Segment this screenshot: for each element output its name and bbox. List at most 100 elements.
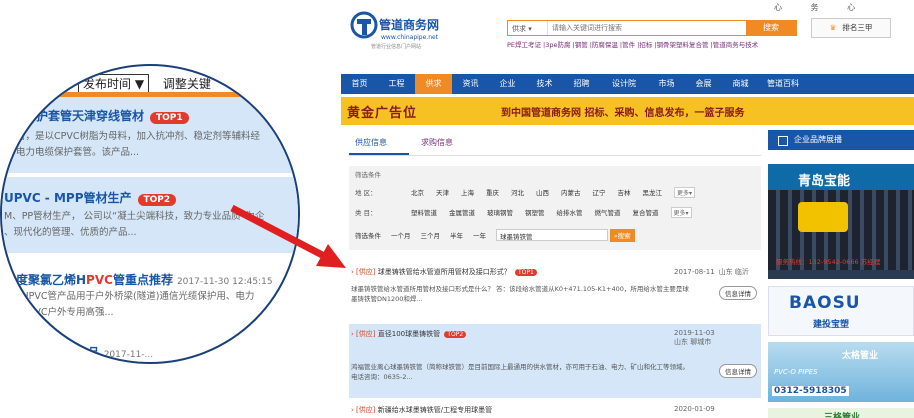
region-option[interactable]: 上海 [461, 187, 474, 197]
nav-item[interactable]: 管道百科 [759, 74, 807, 94]
detail-button[interactable]: 信息详情 [719, 286, 757, 300]
rank-button[interactable]: ♛ 排名三甲 [811, 18, 891, 38]
nav-item-active[interactable]: 供求 [415, 74, 452, 94]
hot-keywords: PE焊工考证 |3pe防腐 |钢管 |防腐保温 |管件 |招标 |钢骨架塑料复合管 |管道商务… [507, 41, 759, 49]
region-more-button[interactable]: 更多▾ [674, 186, 696, 198]
detail-button[interactable]: 信息详情 [719, 364, 757, 378]
time-option[interactable]: 一个月 [391, 230, 411, 240]
item-description: 鸿福管业离心球墨铸铁管（简称球铁管）是目前国际上最通用的供水管材，亦可用于石油、… [351, 363, 689, 381]
category-option[interactable]: 给排水管 [557, 207, 583, 217]
item-heading: › [供应] 直径100球墨铸铁管 TOP2 [351, 329, 467, 339]
brand-subname: PVC-O PIPES [774, 368, 818, 376]
nav-item[interactable]: 设计院 [600, 74, 648, 94]
zoom-list-item[interactable]: UPVC - MPP管材生产 TOP2 M、PP管材生产， 公司以“凝土尖端科技，… [2, 177, 298, 253]
hotword-link[interactable]: 防腐保温 [592, 41, 618, 49]
top-badge: TOP2 [444, 331, 467, 338]
zoom-item-title[interactable]: 强度聚氯乙烯HPVC管重点推荐 2017-11-30 12:45:15 [4, 271, 273, 288]
sort-select[interactable]: 发布时间 ▼ [78, 74, 150, 93]
nav-item[interactable]: 资讯 [452, 74, 489, 94]
active-tab-indicator [349, 153, 409, 155]
zoom-item-title[interactable]: UPVC - MPP管材生产 TOP2 [4, 189, 177, 206]
nav-item[interactable]: 市场 [648, 74, 685, 94]
time-row: 筛选条件 一个月 三个月 半年 一年 球墨铸铁管 ⌕搜索 [355, 228, 635, 242]
region-option[interactable]: 重庆 [486, 187, 499, 197]
brand-ad[interactable]: 太格管业 PVC-O PIPES 0312-5918305 [768, 342, 914, 402]
logo-url: www.chinapipe.net [381, 34, 439, 41]
tab-demand[interactable]: 求购信息 [421, 137, 453, 148]
category-more-button[interactable]: 更多▾ [670, 206, 692, 218]
zoom-list-item[interactable]: 强度聚氯乙烯HPVC管重点推荐 2017-11-30 12:45:15 是HPVC… [2, 261, 298, 331]
hotword-link[interactable]: 3pe防腐 [545, 41, 570, 49]
tab-supply[interactable]: 供应信息 [355, 137, 387, 148]
main-nav: 首页 工程 供求 资讯 企业 技术 招聘 设计院 市场 会展 商城 管道百科 [341, 74, 914, 94]
region-option[interactable]: 辽宁 [593, 187, 606, 197]
brand-ad[interactable]: 青岛宝能 服务热线：132-9542-0666 苏经理 [768, 164, 914, 279]
filter-search-button[interactable]: ⌕搜索 [610, 228, 635, 242]
region-option[interactable]: 河北 [511, 187, 524, 197]
ad-banner[interactable]: 黄金广告位 到中国管道商务网 招标、采购、信息发布，一篮子服务 [341, 97, 914, 125]
hotword-link[interactable]: 管道商务与技术 [713, 41, 759, 49]
brand-subname: 建投宝塑 [813, 320, 850, 330]
list-item[interactable]: › [供应] 直径100球墨铸铁管 TOP2 2019-11-03 山东 聊城市 … [349, 324, 761, 398]
region-option[interactable]: 天津 [436, 187, 449, 197]
nav-item[interactable]: 招聘 [563, 74, 600, 94]
hotword-link[interactable]: PE焊工考证 [507, 41, 541, 49]
category-option[interactable]: 塑料管道 [411, 207, 437, 217]
magnifier-circle: 发布时间 ▼ 调整关键 电力护套管天津穿线管材 TOP1 管，是以CPVC树脂为母… [0, 64, 300, 364]
region-option[interactable]: 黑龙江 [643, 187, 663, 197]
top-link[interactable]: 务 [798, 2, 832, 13]
nav-item[interactable]: 企业 [489, 74, 526, 94]
zoom-item-title[interactable]: 电力护套管天津穿线管材 TOP1 [12, 107, 189, 124]
sort-bar: 发布时间 ▼ 调整关键 [78, 74, 211, 93]
item-title[interactable]: 直径100球墨铸铁管 [378, 330, 440, 338]
sort-label[interactable]: 调整关键 [163, 77, 211, 91]
nav-item[interactable]: 首页 [341, 74, 378, 94]
search-button[interactable]: 搜索 [746, 21, 796, 35]
item-description: 球墨铸铁管给水管道所用管材及接口形式是什么？ 答：该段给水管道从K0+471.1… [351, 285, 689, 303]
category-option[interactable]: 复合管道 [633, 207, 659, 217]
item-tag: [供应] [356, 330, 376, 338]
region-option[interactable]: 吉林 [618, 187, 631, 197]
search-input[interactable] [548, 21, 746, 35]
top-link[interactable]: 心 [761, 2, 795, 13]
category-option[interactable]: 钢塑管 [525, 207, 545, 217]
region-option[interactable]: 内蒙古 [561, 187, 581, 197]
list-item[interactable]: › [供应] 球墨铸铁管给水管道所用管材及接口形式？ TOP1 2017-08-… [349, 262, 761, 320]
category-option[interactable]: 燃气管道 [595, 207, 621, 217]
zoom-item-title[interactable]: ...产品 2017-11-... [62, 344, 153, 361]
time-option[interactable]: 一年 [473, 230, 486, 240]
zoom-item-date: 2017-11-30 12:45:15 [176, 277, 273, 287]
category-option[interactable]: 金属管道 [449, 207, 475, 217]
region-option[interactable]: 山西 [536, 187, 549, 197]
top-link[interactable]: 心 [834, 2, 868, 13]
item-title[interactable]: 球墨铸铁管给水管道所用管材及接口形式？ [378, 268, 511, 276]
hotword-link[interactable]: 钢管 [575, 41, 588, 49]
region-option[interactable]: 北京 [411, 187, 424, 197]
item-tag: [供应] [356, 268, 376, 276]
nav-item[interactable]: 工程 [378, 74, 415, 94]
item-heading: › [供应] 新疆给水球墨铸铁管/工程专用球墨管 [351, 405, 492, 415]
bullet-icon: › [351, 268, 354, 276]
time-option[interactable]: 三个月 [421, 230, 441, 240]
item-date-location: 2019-11-03 山东 聊城市 [674, 329, 715, 346]
category-option[interactable]: 玻璃钢管 [487, 207, 513, 217]
nav-item[interactable]: 会展 [685, 74, 722, 94]
search-scope-select[interactable]: 供求 ▾ [508, 21, 548, 35]
site-logo[interactable]: 管道商务网 www.chinapipe.net 管道行业信息门户网站 [349, 8, 459, 52]
region-row: 地 区： 北京 天津 上海 重庆 河北 山西 内蒙古 辽宁 吉林 黑龙江 更多▾ [355, 186, 696, 198]
nav-item[interactable]: 技术 [526, 74, 563, 94]
zoom-list-item[interactable]: 电力护套管天津穿线管材 TOP1 管，是以CPVC树脂为母料，加入抗冲剂、稳定剂等… [2, 97, 298, 173]
list-item[interactable]: › [供应] 新疆给水球墨铸铁管/工程专用球墨管 2020-01-09 [349, 400, 761, 418]
zoom-list-item[interactable]: ...产品 2017-11-... [2, 336, 298, 362]
brand-phone: 服务热线：132-9542-0666 苏经理 [776, 258, 881, 266]
time-option[interactable]: 半年 [450, 230, 463, 240]
nav-item[interactable]: 商城 [722, 74, 759, 94]
hotword-link[interactable]: 招标 [639, 41, 652, 49]
keyword-input[interactable]: 球墨铸铁管 [496, 229, 608, 241]
hotword-link[interactable]: 钢骨架塑料复合管 [657, 41, 709, 49]
hotword-link[interactable]: 管件 [622, 41, 635, 49]
item-title[interactable]: 新疆给水球墨铸铁管/工程专用球墨管 [378, 406, 492, 414]
bullet-icon: › [351, 330, 354, 338]
brand-ad[interactable]: 三格管业 [768, 408, 914, 418]
brand-ad[interactable]: BAOSU 建投宝塑 [768, 286, 914, 336]
